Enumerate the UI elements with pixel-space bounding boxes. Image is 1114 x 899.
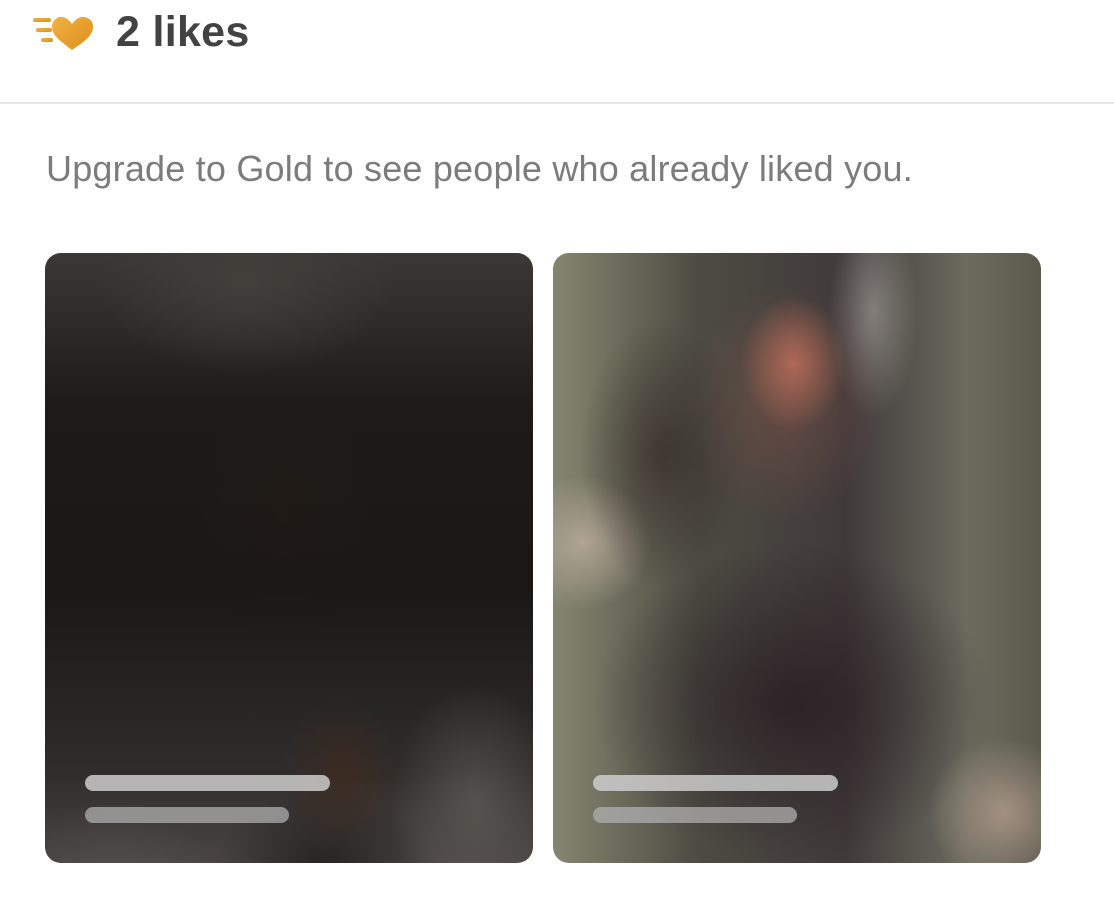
hidden-detail-placeholder	[593, 807, 797, 823]
hidden-detail-placeholder	[85, 807, 289, 823]
hidden-name-placeholder	[85, 775, 330, 791]
blurred-like-card[interactable]	[45, 253, 533, 863]
upgrade-gold-message: Upgrade to Gold to see people who alread…	[46, 148, 913, 189]
hidden-name-placeholder	[593, 775, 838, 791]
blurred-like-card[interactable]	[553, 253, 1041, 863]
likes-heart-icon	[32, 14, 96, 54]
likes-count-title: 2 likes	[116, 8, 250, 56]
likes-header: 2 likes	[0, 0, 1114, 104]
